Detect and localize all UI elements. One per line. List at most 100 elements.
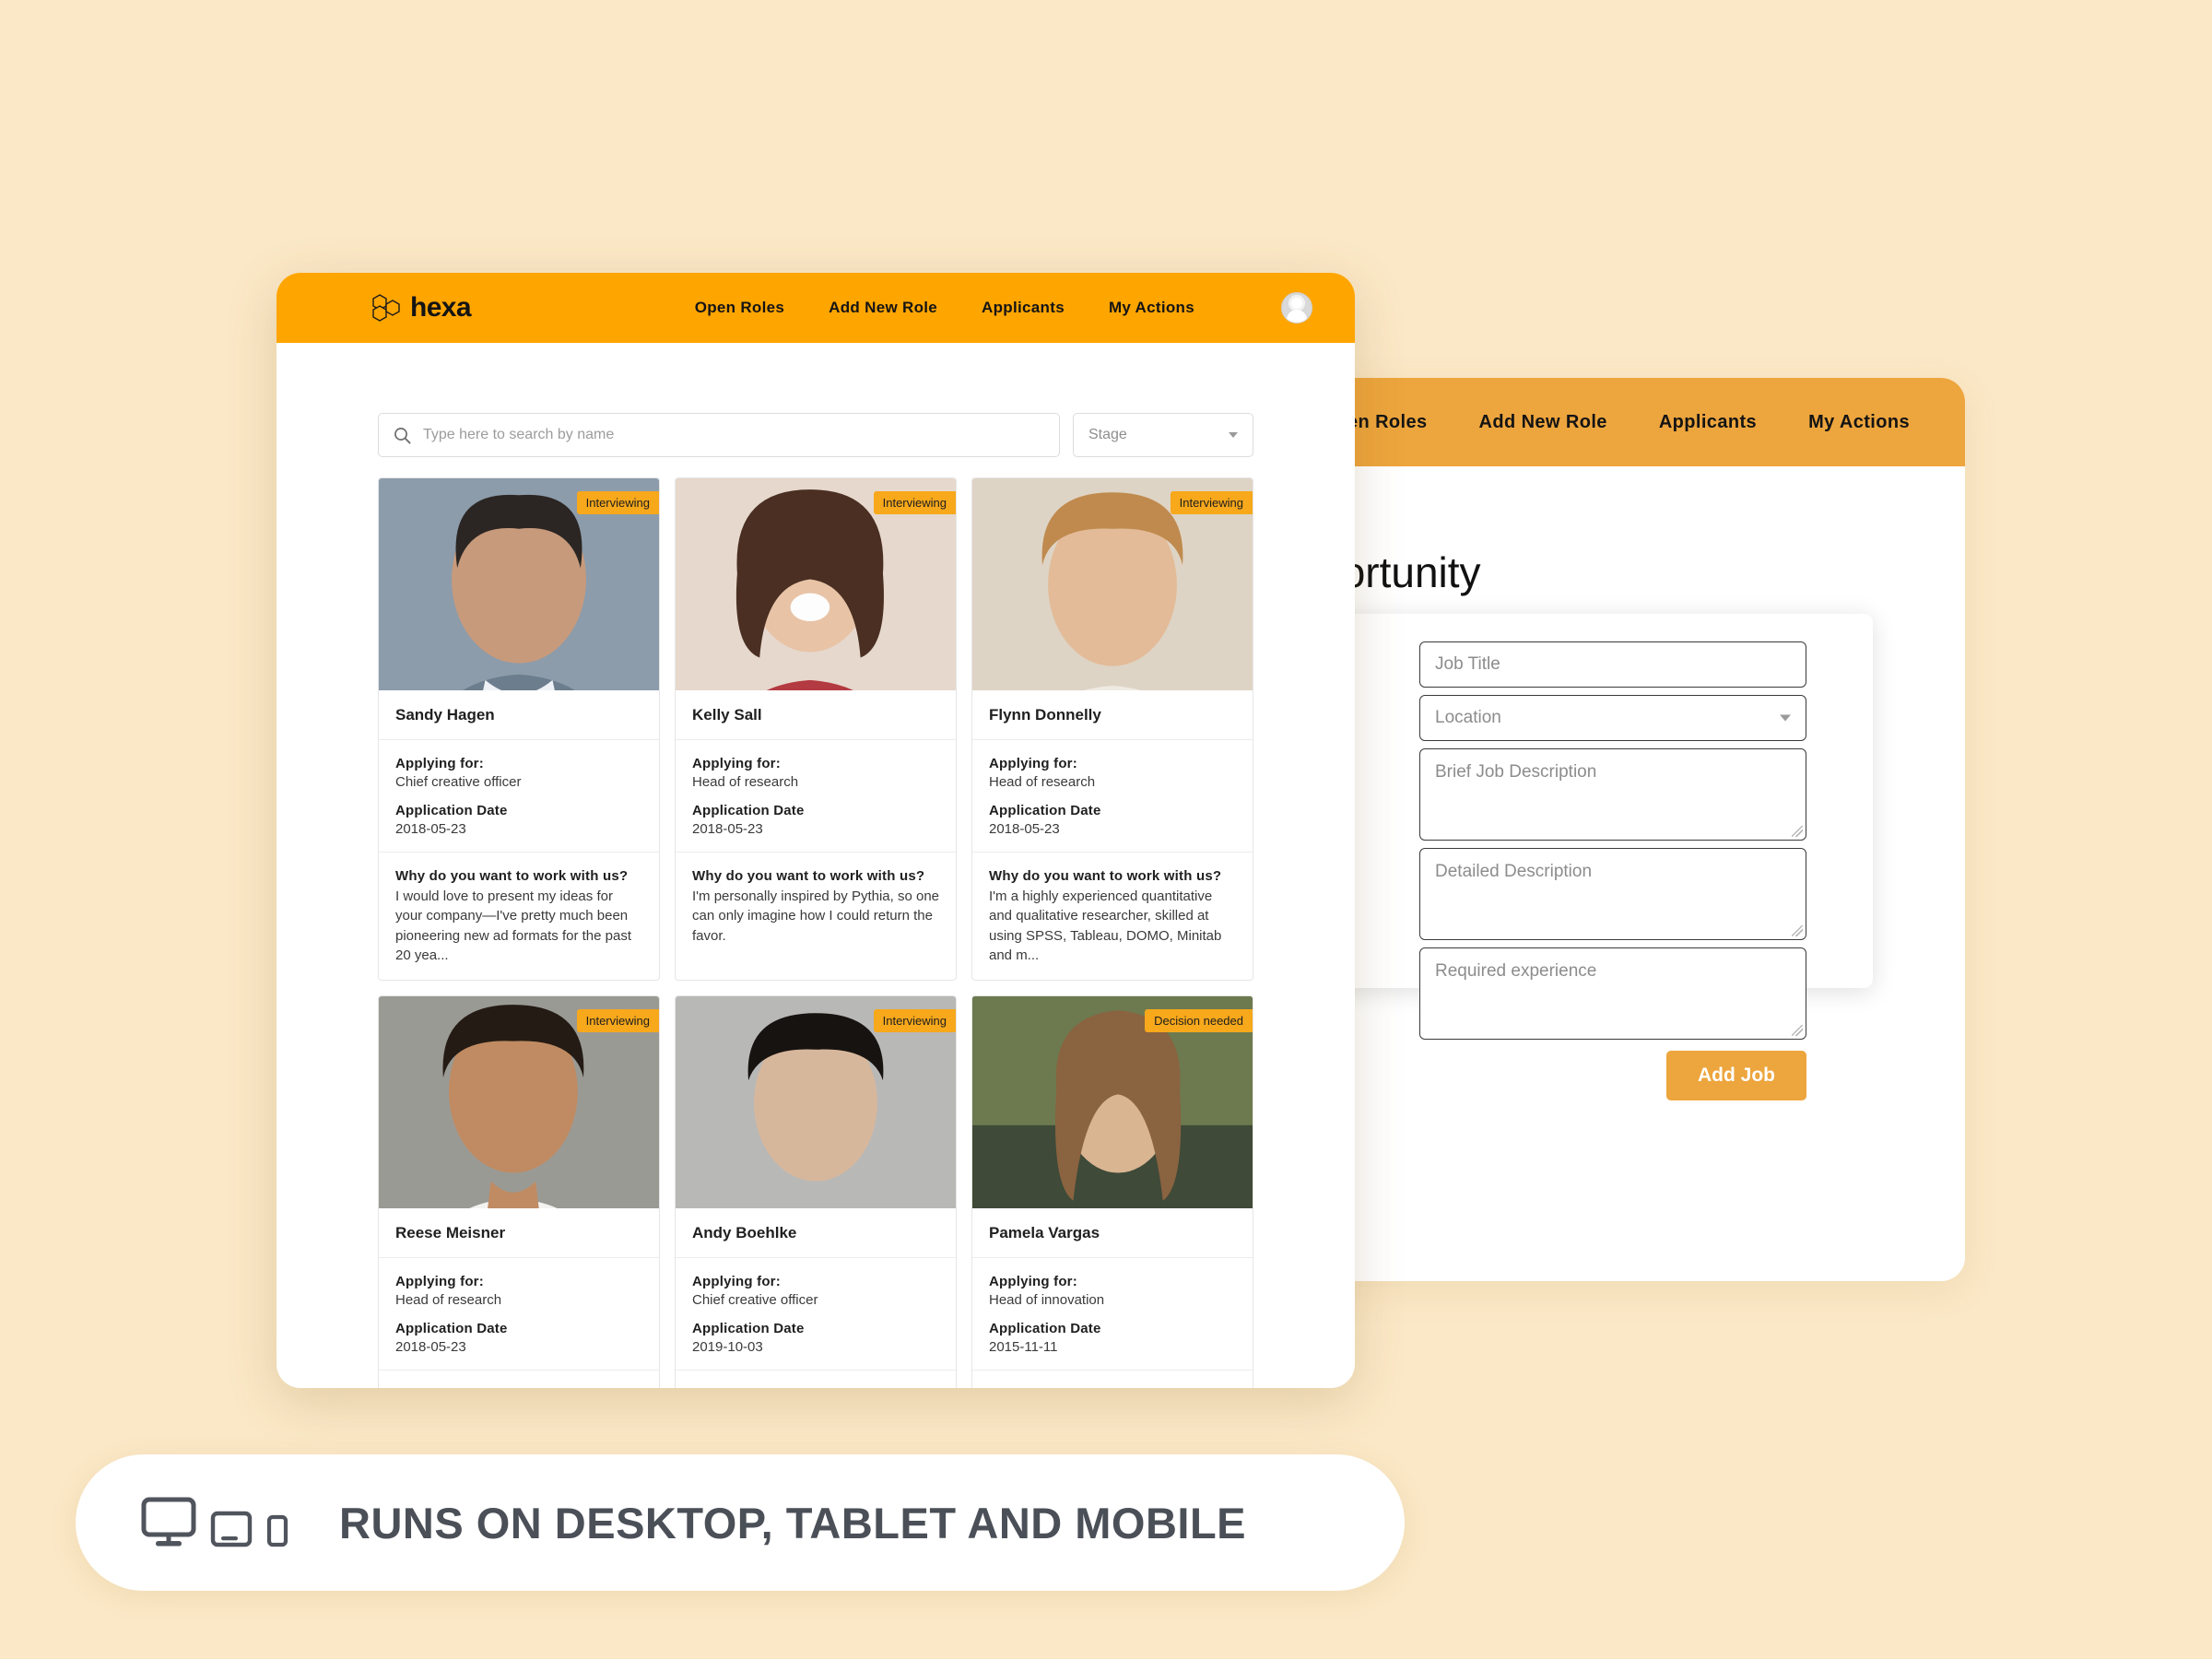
applicant-name: Pamela Vargas	[972, 1208, 1253, 1259]
applying-for-label: Applying for:	[989, 756, 1077, 771]
applicant-card-grid: Interviewing Sandy Hagen Applying for: C…	[378, 477, 1253, 1388]
applicant-details: Applying for: Chief creative officer App…	[676, 1258, 956, 1371]
brief-description-textarea[interactable]: Brief Job Description	[1419, 748, 1806, 841]
applicant-photo: Interviewing	[379, 478, 659, 690]
why-work-label: Why do you want to work with us?	[395, 868, 629, 884]
brand-wordmark: hexa	[410, 292, 472, 323]
applicant-details: Applying for: Head of research Applicati…	[972, 740, 1253, 853]
application-date-label: Application Date	[395, 1321, 508, 1337]
chevron-down-icon	[1780, 714, 1791, 722]
device-icons	[140, 1494, 289, 1551]
status-badge: Interviewing	[873, 1009, 956, 1033]
why-work-label: Why do you want to work with us?	[989, 1386, 1236, 1388]
resize-handle-icon[interactable]	[1792, 826, 1803, 837]
applicant-card[interactable]: Interviewing Sandy Hagen Applying for: C…	[378, 477, 660, 982]
brand-logo[interactable]: hexa	[372, 292, 472, 323]
add-job-button-row: Add Job	[1419, 1051, 1806, 1100]
applicant-card[interactable]: Interviewing Reese Meisner Applying for:…	[378, 995, 660, 1388]
application-date-label: Application Date	[989, 1321, 1101, 1337]
required-experience-placeholder: Required experience	[1435, 961, 1597, 981]
required-experience-textarea[interactable]: Required experience	[1419, 947, 1806, 1040]
front-window-topbar: hexa Open Roles Add New Role Applicants …	[276, 273, 1355, 343]
applying-for-label: Applying for:	[989, 1274, 1077, 1290]
applicant-photo: Interviewing	[676, 478, 956, 690]
status-badge: Interviewing	[873, 491, 956, 514]
application-date-value: 2018-05-23	[989, 821, 1060, 837]
banner-caption: RUNS ON DESKTOP, TABLET AND MOBILE	[339, 1498, 1247, 1547]
status-badge: Interviewing	[1170, 491, 1253, 514]
applicant-name: Flynn Donnelly	[972, 690, 1253, 740]
stage-filter-select[interactable]: Stage	[1073, 413, 1253, 457]
applicant-details: Applying for: Head of research Applicati…	[676, 740, 956, 853]
back-nav-item-my-actions[interactable]: My Actions	[1808, 412, 1910, 433]
resize-handle-icon[interactable]	[1792, 925, 1803, 936]
nav-item-applicants[interactable]: Applicants	[982, 299, 1065, 317]
applicant-details: Applying for: Head of innovation Applica…	[972, 1258, 1253, 1371]
back-nav-item-add-new-role[interactable]: Add New Role	[1479, 412, 1607, 433]
desktop-monitor-icon	[141, 1497, 196, 1547]
applicant-card[interactable]: Decision needed Pamela Vargas Applying f…	[971, 995, 1253, 1388]
why-work-label: Why do you want to work with us?	[692, 1386, 939, 1388]
applying-for-label: Applying for:	[395, 1274, 484, 1290]
applicant-motivation: Why do you want to work with us?	[379, 1371, 659, 1388]
status-badge: Interviewing	[576, 491, 659, 514]
applicant-motivation: Why do you want to work with us? I'm per…	[676, 853, 956, 960]
applicant-card[interactable]: Interviewing Flynn Donnelly Applying for…	[971, 477, 1253, 982]
applying-for-value: Head of research	[692, 774, 799, 790]
search-icon	[394, 427, 411, 444]
applicant-photo: Interviewing	[972, 478, 1253, 690]
chevron-down-icon	[1229, 432, 1238, 438]
mobile-phone-icon	[266, 1514, 288, 1547]
applying-for-label: Applying for:	[692, 756, 781, 771]
filter-toolbar: Type here to search by name Stage	[378, 413, 1253, 457]
why-work-value: I would love to present my ideas for you…	[395, 888, 631, 963]
responsive-banner: RUNS ON DESKTOP, TABLET AND MOBILE	[76, 1454, 1405, 1591]
status-badge: Interviewing	[576, 1009, 659, 1033]
applicant-motivation: Why do you want to work with us? I'm a h…	[972, 853, 1253, 980]
application-date-value: 2018-05-23	[692, 821, 763, 837]
nav-item-open-roles[interactable]: Open Roles	[695, 299, 784, 317]
user-avatar-icon[interactable]	[1281, 292, 1312, 324]
applicant-card[interactable]: Interviewing Andy Boehlke Applying for: …	[675, 995, 957, 1388]
status-badge: Decision needed	[1145, 1009, 1253, 1033]
resize-handle-icon[interactable]	[1792, 1025, 1803, 1036]
nav-item-add-new-role[interactable]: Add New Role	[829, 299, 937, 317]
application-date-value: 2015-11-11	[989, 1339, 1058, 1356]
why-work-label: Why do you want to work with us?	[989, 868, 1222, 884]
applicant-card[interactable]: Interviewing Kelly Sall Applying for: He…	[675, 477, 957, 982]
nav-item-my-actions[interactable]: My Actions	[1109, 299, 1194, 317]
applicant-name: Reese Meisner	[379, 1208, 659, 1259]
applicant-photo: Interviewing	[676, 996, 956, 1209]
applicants-window: hexa Open Roles Add New Role Applicants …	[276, 273, 1355, 1388]
applicant-motivation: Why do you want to work with us?	[972, 1371, 1253, 1388]
applicant-photo: Decision needed	[972, 996, 1253, 1209]
applying-for-label: Applying for:	[692, 1274, 781, 1290]
applying-for-value: Head of research	[989, 774, 1096, 790]
application-date-label: Application Date	[395, 803, 508, 818]
front-window-nav: Open Roles Add New Role Applicants My Ac…	[695, 292, 1312, 324]
page-root: Open Roles Add New Role Applicants My Ac…	[0, 0, 2212, 1659]
add-job-button[interactable]: Add Job	[1666, 1051, 1806, 1100]
detailed-description-placeholder: Detailed Description	[1435, 862, 1593, 881]
applicant-details: Applying for: Chief creative officer App…	[379, 740, 659, 853]
applicant-photo: Interviewing	[379, 996, 659, 1209]
why-work-label: Why do you want to work with us?	[395, 1386, 642, 1388]
job-title-field[interactable]: Job Title	[1419, 641, 1806, 688]
back-nav-item-applicants[interactable]: Applicants	[1659, 412, 1757, 433]
applying-for-value: Chief creative officer	[692, 1292, 818, 1309]
search-input[interactable]: Type here to search by name	[378, 413, 1060, 457]
why-work-label: Why do you want to work with us?	[692, 868, 925, 884]
applicant-motivation: Why do you want to work with us? I would…	[379, 853, 659, 980]
applicant-details: Applying for: Head of research Applicati…	[379, 1258, 659, 1371]
detailed-description-textarea[interactable]: Detailed Description	[1419, 848, 1806, 940]
location-select[interactable]: Location	[1419, 695, 1806, 741]
applicant-name: Andy Boehlke	[676, 1208, 956, 1259]
application-date-label: Application Date	[989, 803, 1101, 818]
stage-filter-value: Stage	[1088, 427, 1127, 442]
applicant-motivation: Why do you want to work with us?	[676, 1371, 956, 1388]
search-placeholder: Type here to search by name	[423, 427, 615, 442]
back-window-nav: Open Roles Add New Role Applicants My Ac…	[1321, 412, 1910, 433]
application-date-label: Application Date	[692, 803, 805, 818]
why-work-value: I'm a highly experienced quantitative an…	[989, 888, 1222, 963]
brief-description-placeholder: Brief Job Description	[1435, 762, 1597, 782]
